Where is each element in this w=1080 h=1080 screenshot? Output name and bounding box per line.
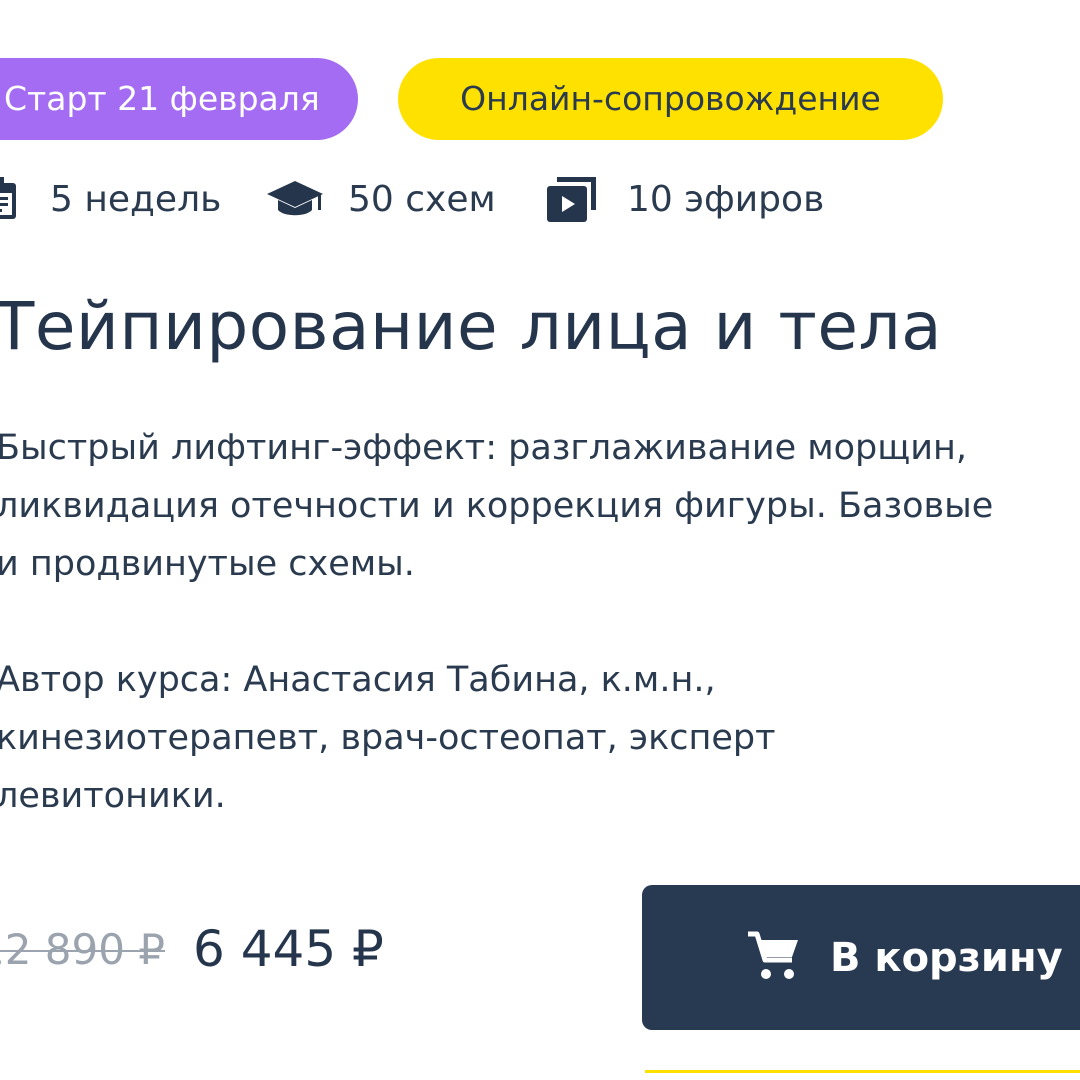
add-to-cart-label: В корзину <box>830 934 1063 981</box>
old-price: 12 890 ₽ <box>0 925 166 974</box>
course-description: Быстрый лифтинг-эффект: разглаживание мо… <box>0 419 1080 593</box>
author-line: Автор курса: Анастасия Табина, к.м.н., <box>0 660 716 700</box>
description-line: и продвинутые схемы. <box>0 544 415 584</box>
start-date-badge: Старт 21 февраля <box>0 58 358 140</box>
cart-icon <box>746 930 800 986</box>
online-support-label: Онлайн-сопровождение <box>460 79 881 118</box>
accent-divider <box>645 1070 1080 1073</box>
schemes-label: 50 схем <box>348 178 496 220</box>
add-to-cart-button[interactable]: В корзину <box>642 885 1080 1030</box>
description-line: Быстрый лифтинг-эффект: разглаживание мо… <box>0 428 967 468</box>
graduation-cap-icon <box>266 177 324 221</box>
calendar-icon <box>0 177 20 221</box>
description-line: ликвидация отечности и коррекция фигуры.… <box>0 486 994 526</box>
duration-stat: 5 недель <box>0 168 221 230</box>
current-price: 6 445 ₽ <box>193 920 384 978</box>
author-line: левитоники. <box>0 776 226 816</box>
duration-label: 5 недель <box>50 178 222 220</box>
streams-stat: 10 эфиров <box>545 168 824 230</box>
schemes-stat: 50 схем <box>266 168 496 230</box>
course-card: Старт 21 февраля Онлайн-сопровождение 5 … <box>0 0 1080 1080</box>
course-author: Автор курса: Анастасия Табина, к.м.н., к… <box>0 651 1080 825</box>
author-line: кинезиотерапевт, врач-остеопат, эксперт <box>0 718 776 758</box>
start-date-label: Старт 21 февраля <box>4 79 320 118</box>
streams-label: 10 эфиров <box>627 178 825 220</box>
video-playlist-icon <box>545 174 599 224</box>
course-title: Тейпирование лица и тела <box>0 288 943 365</box>
online-support-badge: Онлайн-сопровождение <box>398 58 943 140</box>
